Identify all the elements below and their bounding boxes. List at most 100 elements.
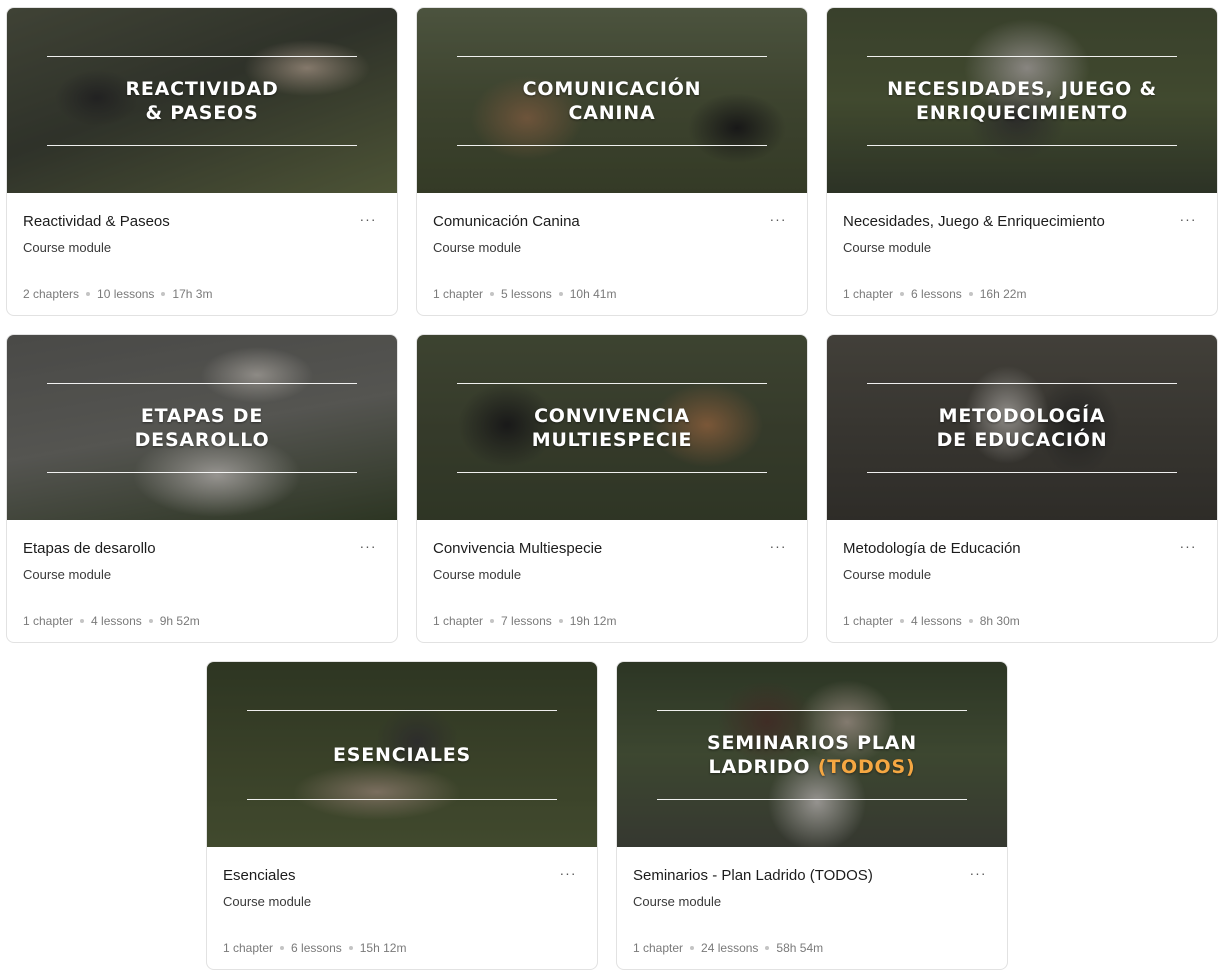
course-card-etapas[interactable]: ETAPAS DE DESAROLLO Etapas de desarollo … [6,334,398,643]
thumbnail-title-line: CONVIVENCIA [534,405,690,427]
lesson-count: 6 lessons [911,287,962,301]
course-type: Course module [433,240,522,255]
thumbnail-title-frame: COMUNICACIÓN CANINA [457,56,767,146]
thumbnail-title-frame: ETAPAS DE DESAROLLO [47,383,357,473]
separator-dot [968,619,973,623]
more-options-icon[interactable]: ··· [357,210,379,228]
course-thumbnail[interactable]: ESENCIALES [207,662,597,847]
course-card-necesidades[interactable]: NECESIDADES, JUEGO & ENRIQUECIMIENTO Nec… [826,7,1218,316]
thumbnail-title-line: LADRIDO (TODOS) [709,755,916,779]
course-card-comunicacion[interactable]: COMUNICACIÓN CANINA Comunicación Canina … [416,7,808,316]
separator-dot [765,946,770,950]
thumbnail-title-frame: METODOLOGÍA DE EDUCACIÓN [867,383,1177,473]
separator-dot [86,292,91,296]
course-stats: 1 chapter 7 lessons 19h 12m [433,614,616,628]
card-body: Metodología de Educación Course module 1… [827,520,1217,642]
lesson-count: 5 lessons [501,287,552,301]
chapter-count: 1 chapter [433,287,484,301]
course-title[interactable]: Comunicación Canina [433,213,580,230]
course-stats: 1 chapter 24 lessons 58h 54m [633,941,823,955]
course-title[interactable]: Metodología de Educación [843,540,1021,557]
duration: 8h 30m [979,614,1020,628]
separator-dot [558,619,563,623]
thumbnail-title-line: & PASEOS [145,102,259,124]
course-stats: 1 chapter 6 lessons 15h 12m [223,941,406,955]
course-title[interactable]: Reactividad & Paseos [23,213,170,230]
card-body: Reactividad & Paseos Course module 2 cha… [7,193,397,315]
chapter-count: 1 chapter [433,614,484,628]
chapter-count: 1 chapter [223,941,274,955]
course-thumbnail[interactable]: CONVIVENCIA MULTIESPECIE [417,335,807,520]
chapter-count: 2 chapters [23,287,80,301]
duration: 17h 3m [172,287,213,301]
course-title[interactable]: Seminarios - Plan Ladrido (TODOS) [633,867,873,884]
course-card-metodologia[interactable]: METODOLOGÍA DE EDUCACIÓN Metodología de … [826,334,1218,643]
thumbnail-title-line: CANINA [568,102,656,124]
separator-dot [968,292,973,296]
separator-dot [690,946,695,950]
thumbnail-title-line: ESENCIALES [332,744,472,766]
separator-dot [490,619,495,623]
course-thumbnail[interactable]: SEMINARIOS PLAN LADRIDO (TODOS) [617,662,1007,847]
card-body: Etapas de desarollo Course module 1 chap… [7,520,397,642]
course-thumbnail[interactable]: NECESIDADES, JUEGO & ENRIQUECIMIENTO [827,8,1217,193]
course-title[interactable]: Esenciales [223,867,296,884]
course-title[interactable]: Convivencia Multiespecie [433,540,602,557]
course-stats: 1 chapter 6 lessons 16h 22m [843,287,1026,301]
separator-dot [148,619,153,623]
chapter-count: 1 chapter [843,287,894,301]
course-stats: 1 chapter 4 lessons 8h 30m [843,614,1020,628]
course-card-convivencia[interactable]: CONVIVENCIA MULTIESPECIE Convivencia Mul… [416,334,808,643]
course-card-esenciales[interactable]: ESENCIALES Esenciales Course module 1 ch… [206,661,598,970]
lesson-count: 4 lessons [91,614,142,628]
chapter-count: 1 chapter [633,941,684,955]
chapter-count: 1 chapter [23,614,74,628]
more-options-icon[interactable]: ··· [967,864,989,882]
thumbnail-title-frame: REACTIVIDAD & PASEOS [47,56,357,146]
separator-dot [161,292,166,296]
separator-dot [900,619,905,623]
more-options-icon[interactable]: ··· [767,210,789,228]
course-card-seminarios[interactable]: SEMINARIOS PLAN LADRIDO (TODOS) Seminari… [616,661,1008,970]
duration: 10h 41m [569,287,617,301]
thumbnail-title-line: COMUNICACIÓN [522,78,702,100]
course-stats: 1 chapter 4 lessons 9h 52m [23,614,200,628]
course-type: Course module [23,240,112,255]
thumbnail-title-text: LADRIDO [708,756,811,778]
separator-dot [490,292,495,296]
duration: 15h 12m [359,941,407,955]
card-body: Esenciales Course module 1 chapter 6 les… [207,847,597,969]
thumbnail-title-line: NECESIDADES, JUEGO & [887,78,1157,100]
thumbnail-title-line: REACTIVIDAD [125,78,279,100]
separator-dot [80,619,85,623]
separator-dot [348,946,353,950]
thumbnail-title-line: MULTIESPECIE [531,429,693,451]
course-title[interactable]: Etapas de desarollo [23,540,156,557]
more-options-icon[interactable]: ··· [1177,210,1199,228]
course-type: Course module [633,894,722,909]
course-thumbnail[interactable]: ETAPAS DE DESAROLLO [7,335,397,520]
course-thumbnail[interactable]: METODOLOGÍA DE EDUCACIÓN [827,335,1217,520]
thumbnail-title-frame: CONVIVENCIA MULTIESPECIE [457,383,767,473]
course-type: Course module [23,567,112,582]
more-options-icon[interactable]: ··· [767,537,789,555]
course-type: Course module [223,894,312,909]
lesson-count: 10 lessons [97,287,155,301]
course-type: Course module [843,240,932,255]
thumbnail-title-line: DE EDUCACIÓN [936,429,1108,451]
course-thumbnail[interactable]: COMUNICACIÓN CANINA [417,8,807,193]
duration: 58h 54m [776,941,824,955]
course-thumbnail[interactable]: REACTIVIDAD & PASEOS [7,8,397,193]
course-type: Course module [433,567,522,582]
chapter-count: 1 chapter [843,614,894,628]
more-options-icon[interactable]: ··· [557,864,579,882]
thumbnail-title-line: ETAPAS DE [140,405,264,427]
more-options-icon[interactable]: ··· [1177,537,1199,555]
thumbnail-title-line: ENRIQUECIMIENTO [915,102,1129,124]
course-title[interactable]: Necesidades, Juego & Enriquecimiento [843,213,1105,230]
thumbnail-title-frame: ESENCIALES [247,710,557,800]
thumbnail-title-line: SEMINARIOS PLAN [706,732,918,754]
more-options-icon[interactable]: ··· [357,537,379,555]
separator-dot [900,292,905,296]
course-card-reactividad[interactable]: REACTIVIDAD & PASEOS Reactividad & Paseo… [6,7,398,316]
